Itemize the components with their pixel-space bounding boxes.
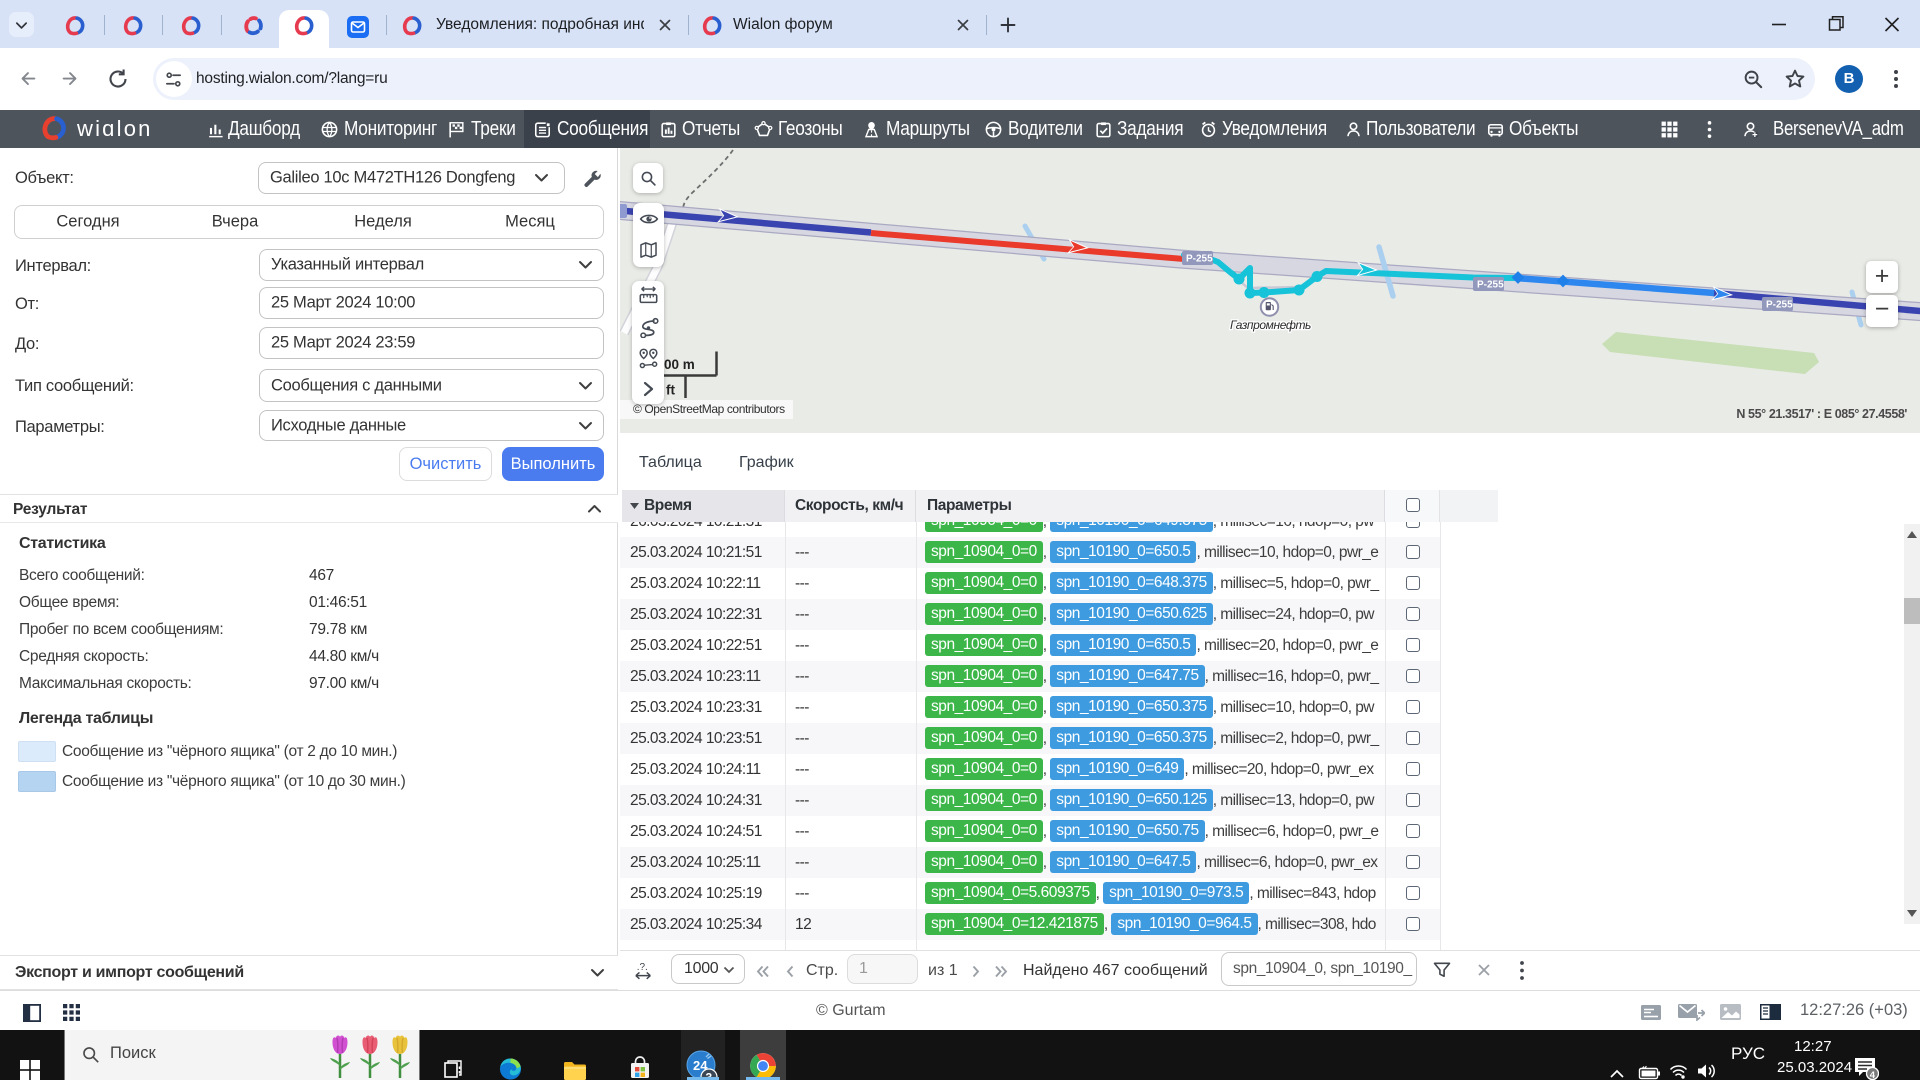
svg-text:.?.: .?. xyxy=(637,962,648,973)
svg-text:Р-255: Р-255 xyxy=(1766,300,1793,311)
svg-text:Газпромнефть: Газпромнефть xyxy=(1230,318,1311,332)
svg-text:4: 4 xyxy=(1870,1070,1876,1080)
svg-text:00 m: 00 m xyxy=(664,357,695,372)
svg-text:ft: ft xyxy=(666,383,675,398)
svg-text:Р-255: Р-255 xyxy=(1477,280,1504,291)
svg-text:Р-255: Р-255 xyxy=(1186,254,1213,265)
